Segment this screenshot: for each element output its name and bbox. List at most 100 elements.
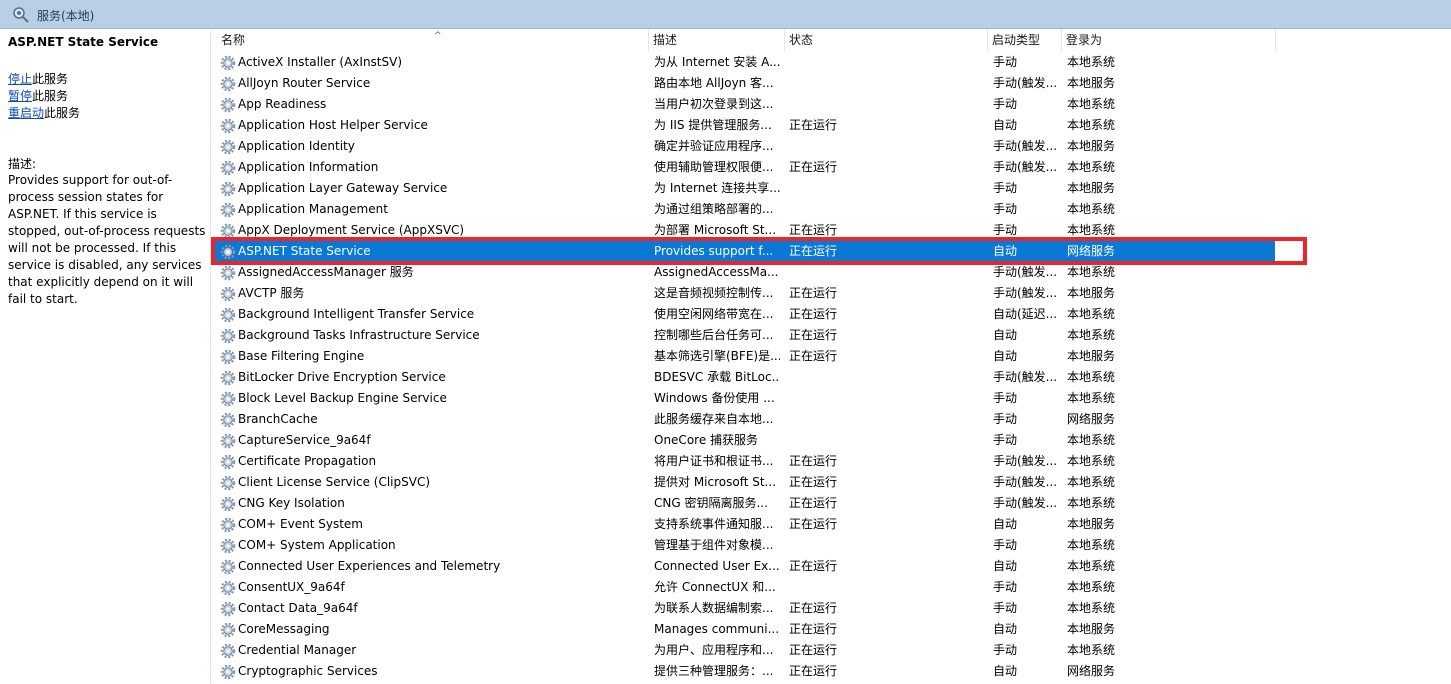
service-name-cell: Background Tasks Infrastructure Service xyxy=(238,328,480,342)
service-row[interactable]: CoreMessaging Manages communi... 正在运行 自动 本地服… xyxy=(211,619,1275,640)
service-logon-cell: 本地系统 xyxy=(1067,55,1116,69)
restart-service-link[interactable]: 重启动 xyxy=(8,106,44,120)
service-row[interactable]: Application Layer Gateway Service 为 Inter… xyxy=(211,178,1275,199)
service-row[interactable]: Application Identity 确定并验证应用程序... 手动(触发...… xyxy=(211,136,1275,157)
column-header-startup-type[interactable]: 启动类型 xyxy=(988,29,1062,51)
service-description-cell: 支持系统事件通知服... xyxy=(654,517,774,531)
service-gear-icon xyxy=(220,265,236,281)
service-gear-icon xyxy=(220,97,236,113)
service-startup-type-cell: 手动(触发... xyxy=(993,370,1058,384)
service-gear-icon xyxy=(220,55,236,71)
service-logon-cell: 本地系统 xyxy=(1067,454,1116,468)
column-startup-type-label: 启动类型 xyxy=(992,33,1041,47)
service-name-cell: CaptureService_9a64f xyxy=(238,433,371,447)
service-row[interactable]: CNG Key Isolation CNG 密钥隔离服务... 正在运行 手动(触发.… xyxy=(211,493,1275,514)
service-row[interactable]: Cryptographic Services 提供三种管理服务：... 正在运行 自动… xyxy=(211,661,1275,682)
service-row[interactable]: Client License Service (ClipSVC) 提供对 Micr… xyxy=(211,472,1275,493)
service-logon-cell: 本地系统 xyxy=(1067,433,1116,447)
service-logon-cell: 本地服务 xyxy=(1067,517,1116,531)
service-description-cell: 为 IIS 提供管理服务... xyxy=(654,118,772,132)
service-row[interactable]: BitLocker Drive Encryption Service BDESVC… xyxy=(211,367,1275,388)
service-row[interactable]: COM+ Event System 支持系统事件通知服... 正在运行 自动 本地服务 xyxy=(211,514,1275,535)
pause-service-link[interactable]: 暂停 xyxy=(8,89,32,103)
service-startup-type-cell: 手动 xyxy=(993,643,1018,657)
service-gear-icon xyxy=(220,496,236,512)
service-gear-icon xyxy=(220,559,236,575)
service-row[interactable]: CaptureService_9a64f OneCore 捕获服务 手动 本地系统 xyxy=(211,430,1275,451)
service-row[interactable]: ActiveX Installer (AxInstSV) 为从 Internet … xyxy=(211,52,1275,73)
service-row[interactable]: AppX Deployment Service (AppXSVC) 为部署 Mic… xyxy=(211,220,1275,241)
column-header-description[interactable]: 描述 xyxy=(649,29,785,51)
service-status-cell: 正在运行 xyxy=(789,475,838,489)
column-header-logon-as[interactable]: 登录为 xyxy=(1062,29,1276,51)
sort-ascending-icon: ^ xyxy=(434,31,442,41)
service-startup-type-cell: 自动(延迟... xyxy=(993,307,1058,321)
service-name-cell: BitLocker Drive Encryption Service xyxy=(238,370,446,384)
service-row[interactable]: Contact Data_9a64f 为联系人数据编制索... 正在运行 手动 本地系统 xyxy=(211,598,1275,619)
service-row[interactable]: ASP.NET State Service Provides support f.… xyxy=(211,241,1275,262)
service-row[interactable]: Base Filtering Engine 基本筛选引擎(BFE)是... 正在运行… xyxy=(211,346,1275,367)
service-startup-type-cell: 自动 xyxy=(993,559,1018,573)
service-row[interactable]: AVCTP 服务 这是音频视频控制传... 正在运行 手动(触发... 本地服务 xyxy=(211,283,1275,304)
service-gear-icon xyxy=(220,244,236,260)
service-name-cell: Certificate Propagation xyxy=(238,454,377,468)
service-logon-cell: 本地系统 xyxy=(1067,643,1116,657)
service-logon-cell: 网络服务 xyxy=(1067,244,1116,258)
service-logon-cell: 本地服务 xyxy=(1067,139,1116,153)
service-gear-icon xyxy=(220,433,236,449)
service-name-cell: Block Level Backup Engine Service xyxy=(238,391,447,405)
service-name-cell: BranchCache xyxy=(238,412,318,426)
service-gear-icon xyxy=(220,622,236,638)
service-row[interactable]: App Readiness 当用户初次登录到这... 手动 本地系统 xyxy=(211,94,1275,115)
service-logon-cell: 本地系统 xyxy=(1067,118,1116,132)
service-name-cell: Cryptographic Services xyxy=(238,664,378,678)
service-status-cell: 正在运行 xyxy=(789,643,838,657)
service-row[interactable]: Block Level Backup Engine Service Windows… xyxy=(211,388,1275,409)
service-gear-icon xyxy=(220,223,236,239)
service-startup-type-cell: 手动(触发... xyxy=(993,160,1058,174)
service-description-cell: 使用空闲网络带宽在... xyxy=(654,307,774,321)
service-startup-type-cell: 手动(触发... xyxy=(993,286,1058,300)
service-row[interactable]: Connected User Experiences and Telemetry… xyxy=(211,556,1275,577)
column-header-name[interactable]: 名称 ^ xyxy=(217,29,649,51)
service-row[interactable]: Certificate Propagation 将用户证书和根证书... 正在运行 手… xyxy=(211,451,1275,472)
column-header-status[interactable]: 状态 xyxy=(785,29,988,51)
description-label: 描述: xyxy=(8,157,37,171)
service-row[interactable]: Application Host Helper Service 为 IIS 提供管… xyxy=(211,115,1275,136)
stop-service-link[interactable]: 停止 xyxy=(8,72,32,86)
service-name-cell: Base Filtering Engine xyxy=(238,349,365,363)
service-status-cell: 正在运行 xyxy=(789,223,838,237)
stop-service-suffix: 此服务 xyxy=(32,72,69,86)
service-logon-cell: 本地系统 xyxy=(1067,601,1116,615)
service-row[interactable]: Background Intelligent Transfer Service 使… xyxy=(211,304,1275,325)
service-logon-cell: 本地系统 xyxy=(1067,538,1116,552)
service-description-cell: 提供三种管理服务：... xyxy=(654,664,774,678)
service-description-cell: 允许 ConnectUX 和... xyxy=(654,580,776,594)
service-description-cell: Manages communi... xyxy=(654,622,780,636)
service-startup-type-cell: 自动 xyxy=(993,622,1018,636)
service-description-cell: 为部署 Microsoft St... xyxy=(654,223,777,237)
service-row[interactable]: Application Information 使用辅助管理权限便... 正在运行 手… xyxy=(211,157,1275,178)
service-status-cell: 正在运行 xyxy=(789,601,838,615)
service-startup-type-cell: 自动 xyxy=(993,664,1018,678)
service-row[interactable]: Background Tasks Infrastructure Service 控… xyxy=(211,325,1275,346)
column-logon-as-label: 登录为 xyxy=(1066,33,1103,47)
service-gear-icon xyxy=(220,538,236,554)
service-row[interactable]: BranchCache 此服务缓存来自本地... 手动 网络服务 xyxy=(211,409,1275,430)
service-row[interactable]: Application Management 为通过组策略部署的... 手动 本地系统 xyxy=(211,199,1275,220)
service-row[interactable]: Credential Manager 为用户、应用程序和... 正在运行 手动 本地系统 xyxy=(211,640,1275,661)
service-gear-icon xyxy=(220,286,236,302)
service-row[interactable]: AssignedAccessManager 服务 AssignedAccessMa… xyxy=(211,262,1275,283)
service-status-cell: 正在运行 xyxy=(789,559,838,573)
service-startup-type-cell: 手动 xyxy=(993,412,1018,426)
service-row[interactable]: COM+ System Application 管理基于组件对象模... 手动 本地系… xyxy=(211,535,1275,556)
service-name-cell: AssignedAccessManager 服务 xyxy=(238,265,414,279)
service-description-cell: 控制哪些后台任务可... xyxy=(654,328,774,342)
service-row[interactable]: AllJoyn Router Service 路由本地 AllJoyn 客... 手… xyxy=(211,73,1275,94)
service-startup-type-cell: 自动 xyxy=(993,118,1018,132)
service-description-cell: AssignedAccessMa... xyxy=(654,265,779,279)
service-row[interactable]: ConsentUX_9a64f 允许 ConnectUX 和... 手动 本地系统 xyxy=(211,577,1275,598)
services-list: 名称 ^ 描述 状态 启动类型 登录为 ActiveX Installer (A… xyxy=(210,29,1451,684)
service-startup-type-cell: 手动 xyxy=(993,181,1018,195)
window-title: 服务(本地) xyxy=(37,9,95,23)
